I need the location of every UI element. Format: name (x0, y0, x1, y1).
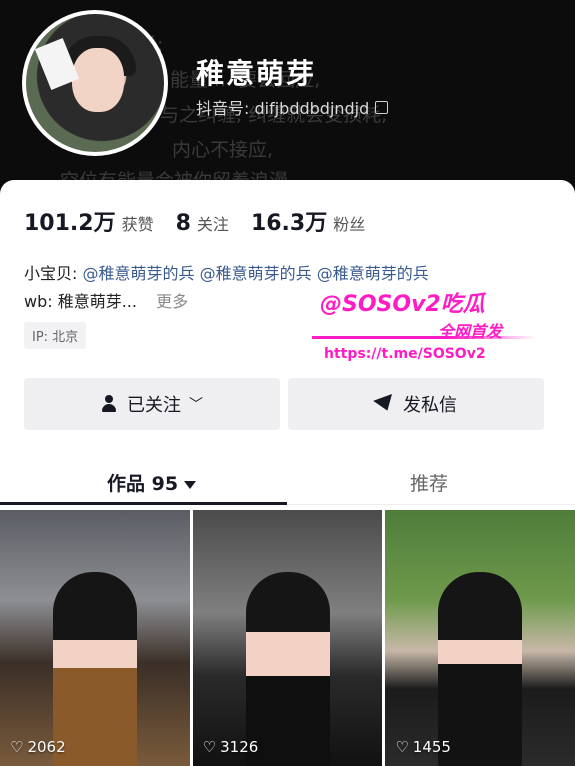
tab-recommend[interactable]: 推荐 (410, 469, 448, 496)
send-message-button[interactable]: 发私信 (288, 378, 544, 430)
following-count[interactable]: 8 (176, 211, 191, 236)
video-thumbnail[interactable]: ♡ 2062 (0, 510, 190, 766)
following-button-label: 已关注 (127, 395, 181, 416)
tab-works[interactable]: 作品 95 (107, 469, 197, 496)
heart-icon: ♡ (395, 738, 409, 756)
more-link[interactable]: 更多 (156, 292, 188, 311)
video-grid: ♡ 2062 ♡ 3126 ♡ 1455 (0, 510, 575, 766)
avatar-face (72, 48, 124, 112)
heart-icon: ♡ (202, 738, 217, 756)
like-count: ♡ 2062 (10, 738, 66, 756)
followers-count[interactable]: 16.3万 (251, 205, 327, 237)
watermark-url: https://t.me/SOSOv2 (324, 346, 486, 362)
thumbnail-figure (52, 572, 137, 766)
watermark-stripe (312, 336, 537, 339)
video-thumbnail[interactable]: ♡ 1455 (385, 510, 575, 766)
watermark-title: @SOSOv2吃瓜 (320, 292, 485, 317)
chevron-down-icon: ﹀ (189, 397, 203, 413)
send-message-label: 发私信 (403, 395, 457, 416)
background-text: 内心不接应, (172, 139, 274, 161)
bio-line-2: wb: 稚意萌芽... 更多 (24, 288, 188, 312)
mention-link[interactable]: @稚意萌芽的兵 (200, 264, 312, 283)
following-button[interactable]: 已关注 ﹀ (24, 378, 280, 430)
likes-label: 获赞 (121, 215, 154, 234)
send-icon (373, 394, 397, 414)
profile-header: 说: 能量 ... 要去回应, 与之纠缠, 纠缠就会变损耗, 内心不接应, 空位… (0, 0, 575, 200)
followers-label: 粉丝 (333, 215, 366, 234)
video-thumbnail[interactable]: ♡ 3126 (192, 510, 383, 766)
douyin-id-text: 抖音号: difjbddbdjndjd (196, 99, 370, 118)
following-label: 关注 (196, 215, 229, 234)
like-count-value: 1455 (412, 738, 451, 756)
like-count: ♡ 3126 (203, 738, 259, 756)
mention-link[interactable]: @稚意萌芽的兵 (83, 264, 195, 283)
bio-prefix: 小宝贝: (24, 264, 78, 283)
bio-line-1: 小宝贝: @稚意萌芽的兵 @稚意萌芽的兵 @稚意萌芽的兵 (24, 260, 429, 284)
tab-works-label: 作品 95 (107, 473, 179, 495)
thumbnail-figure (245, 572, 330, 766)
like-count-value: 2062 (27, 738, 66, 756)
profile-stats: 101.2万 获赞 8 关注 16.3万 粉丝 (24, 205, 387, 237)
thumbnail-figure (438, 572, 523, 766)
active-tab-indicator (0, 502, 287, 505)
copy-icon[interactable] (375, 100, 389, 114)
content-tabs: 作品 95 推荐 (0, 457, 575, 505)
avatar[interactable] (22, 10, 168, 156)
douyin-id[interactable]: 抖音号: difjbddbdjndjd (196, 95, 389, 119)
like-count: ♡ 1455 (395, 738, 451, 756)
bio-text: wb: 稚意萌芽... (24, 292, 137, 311)
like-count-value: 3126 (220, 738, 259, 756)
person-check-icon (101, 395, 119, 413)
ip-location-tag: IP: 北京 (24, 322, 87, 349)
likes-count[interactable]: 101.2万 (24, 205, 116, 237)
profile-nickname: 稚意萌芽 (196, 57, 317, 90)
mention-link[interactable]: @稚意萌芽的兵 (317, 264, 429, 283)
heart-icon: ♡ (10, 738, 24, 756)
caret-down-icon (184, 480, 197, 489)
